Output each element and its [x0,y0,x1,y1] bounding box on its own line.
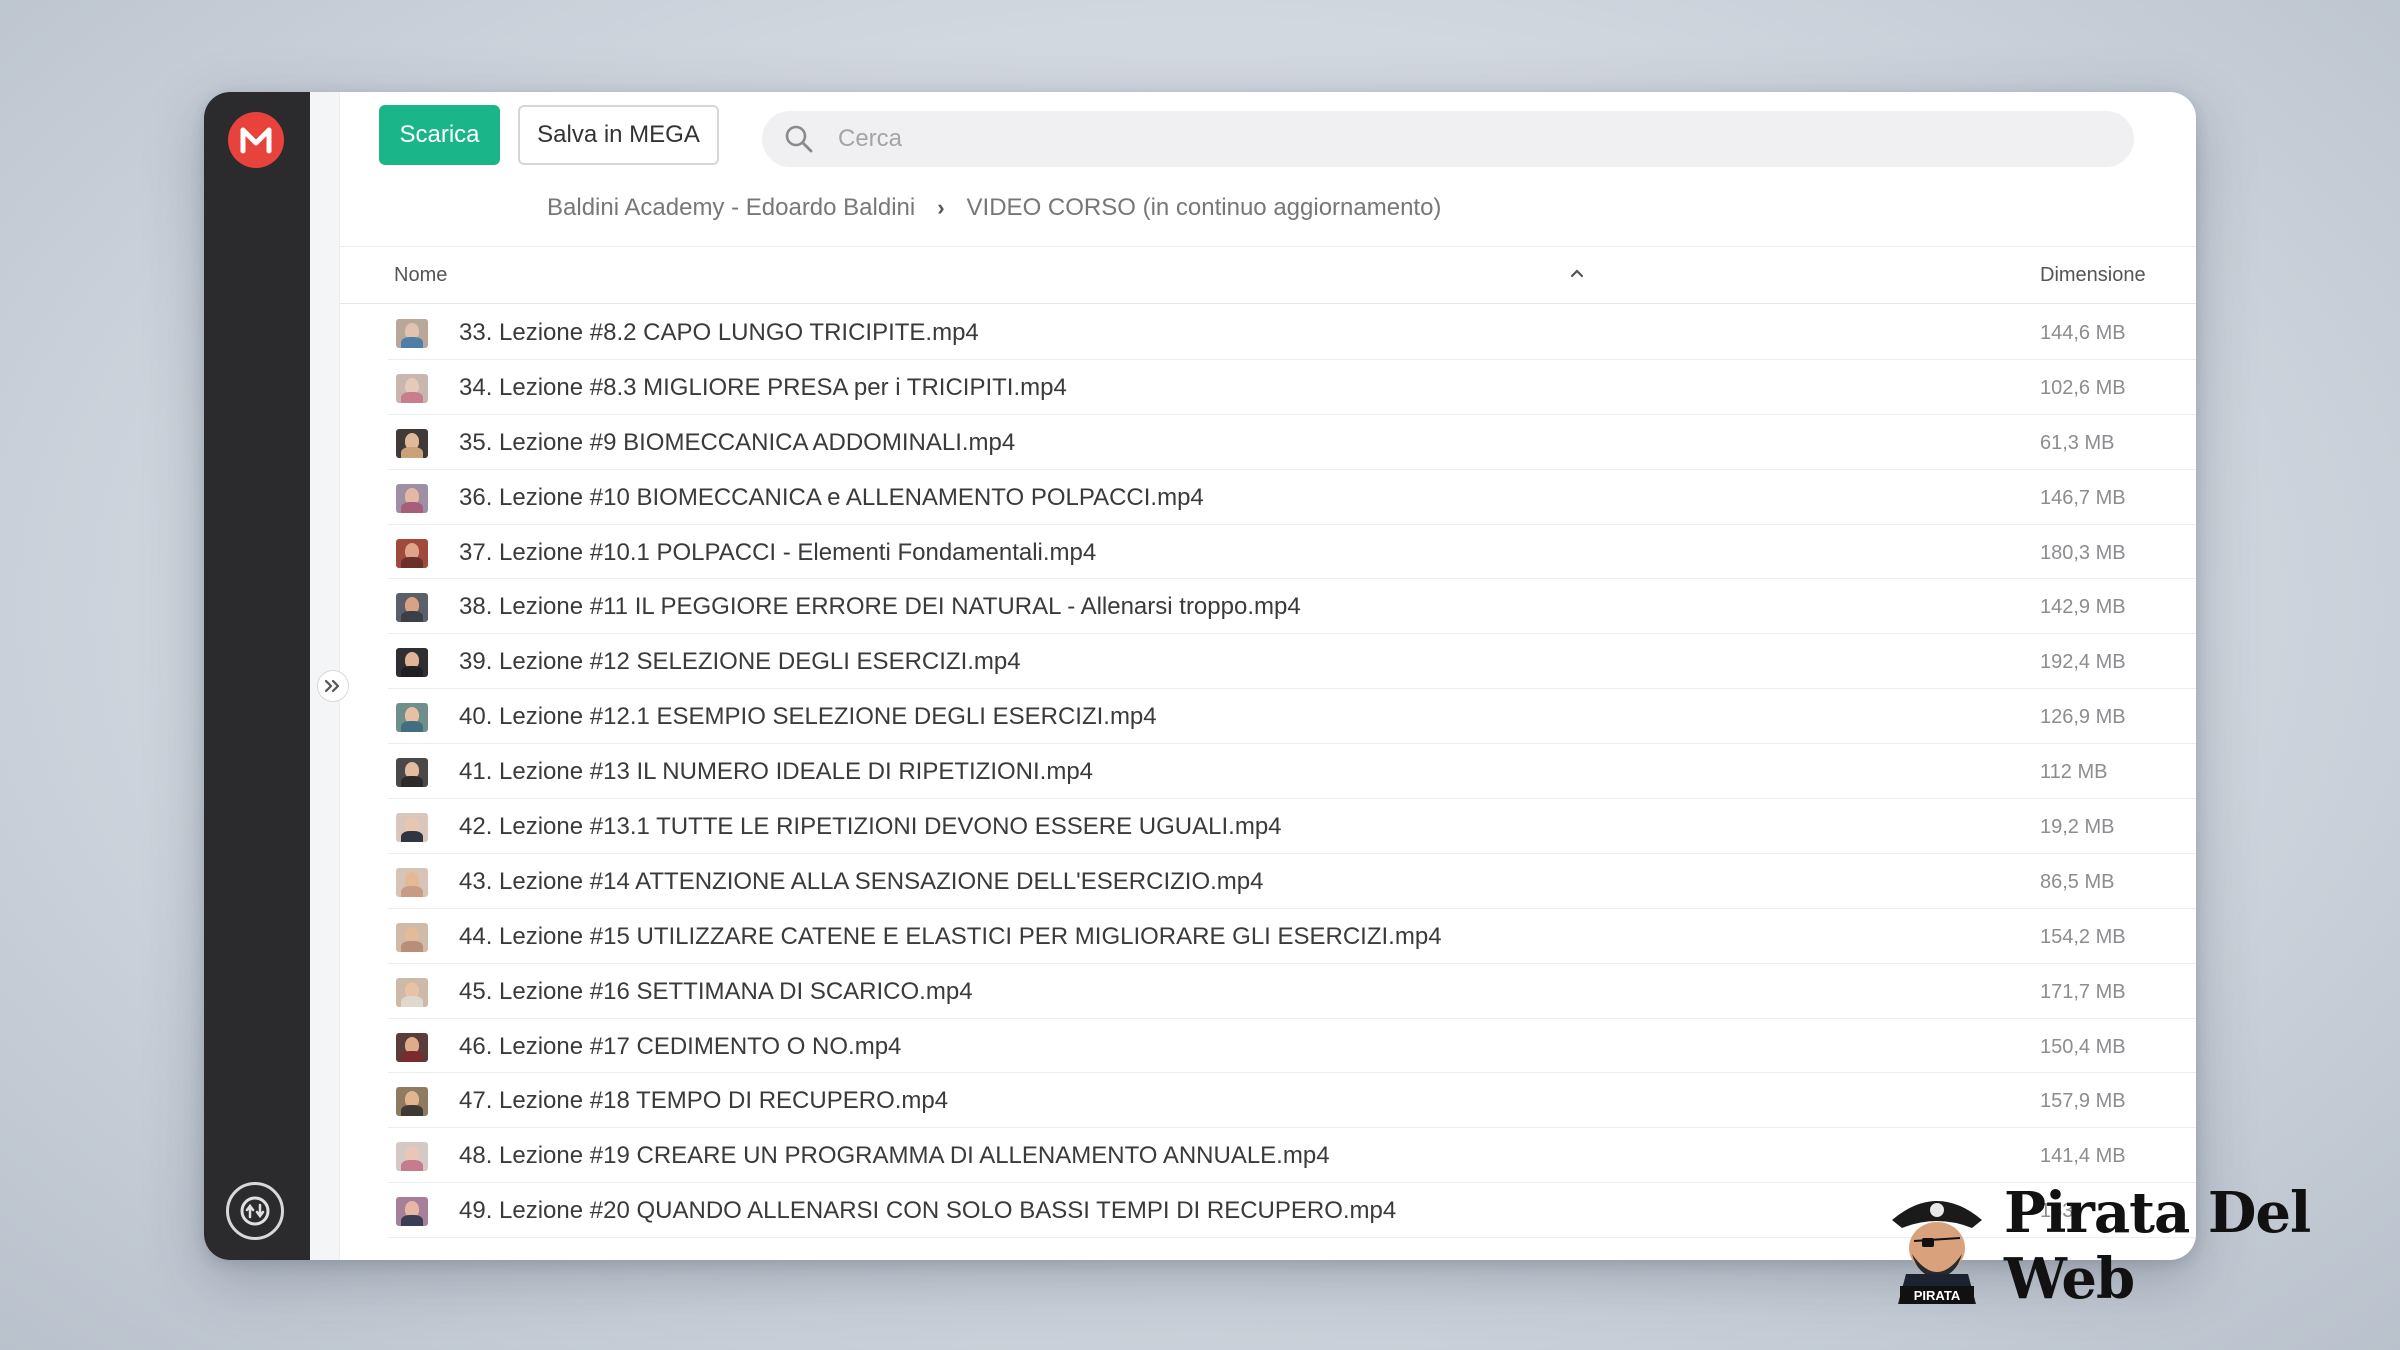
file-size: 61,3 MB [2040,431,2115,454]
file-size: 126,9 MB [2040,706,2126,729]
file-name[interactable]: 40. Lezione #12.1 ESEMPIO SELEZIONE DEGL… [459,703,1157,731]
video-thumbnail-icon [396,1087,428,1117]
chevron-up-icon[interactable] [1570,265,1584,283]
video-thumbnail-icon [396,813,428,843]
video-thumbnail-icon [396,922,428,952]
video-thumbnail-icon [396,593,428,623]
table-row[interactable]: 39. Lezione #12 SELEZIONE DEGLI ESERCIZI… [388,634,2196,690]
file-name[interactable]: 35. Lezione #9 BIOMECCANICA ADDOMINALI.m… [459,429,1015,457]
file-name[interactable]: 47. Lezione #18 TEMPO DI RECUPERO.mp4 [459,1087,948,1115]
file-list: 33. Lezione #8.2 CAPO LUNGO TRICIPITE.mp… [388,305,2196,1239]
video-thumbnail-icon [396,319,428,348]
file-size: 146,7 MB [2040,486,2126,509]
table-row[interactable]: 41. Lezione #13 IL NUMERO IDEALE DI RIPE… [388,744,2196,800]
video-thumbnail-icon [396,648,428,678]
video-thumbnail-icon [396,758,428,788]
pirate-logo-icon: PIRATA [1884,1186,1990,1306]
table-row[interactable]: 47. Lezione #18 TEMPO DI RECUPERO.mp4 157… [388,1073,2196,1129]
file-size: 102,6 MB [2040,376,2126,399]
column-header-size[interactable]: Dimensione [2040,264,2146,287]
table-row[interactable]: 44. Lezione #15 UTILIZZARE CATENE E ELAS… [388,909,2196,964]
watermark-badge: PIRATA [1914,1288,1961,1303]
search-bar[interactable] [762,111,2134,167]
table-row[interactable]: 46. Lezione #17 CEDIMENTO O NO.mp4 150,4 … [388,1019,2196,1074]
file-size: 192,4 MB [2040,651,2126,674]
file-size: 150,4 MB [2040,1035,2126,1058]
watermark-text: Pirata Del Web [2004,1180,2311,1312]
file-name[interactable]: 43. Lezione #14 ATTENZIONE ALLA SENSAZIO… [459,868,1263,896]
file-name[interactable]: 39. Lezione #12 SELEZIONE DEGLI ESERCIZI… [459,648,1021,676]
video-thumbnail-icon [396,373,428,403]
mega-window: Scarica Salva in MEGA Baldini Academy - … [204,92,2196,1260]
breadcrumb-item-current[interactable]: VIDEO CORSO (in continuo aggiornamento) [967,194,1442,222]
file-size: 112 MB [2040,761,2108,784]
video-thumbnail-icon [396,977,428,1007]
file-size: 142,9 MB [2040,596,2126,619]
table-row[interactable]: 37. Lezione #10.1 POLPACCI - Elementi Fo… [388,525,2196,580]
table-row[interactable]: 48. Lezione #19 CREARE UN PROGRAMMA DI A… [388,1128,2196,1184]
search-input[interactable] [838,125,2038,153]
file-name[interactable]: 49. Lezione #20 QUANDO ALLENARSI CON SOL… [459,1197,1396,1225]
file-size: 19,2 MB [2040,816,2115,839]
transfer-manager-icon[interactable] [226,1182,284,1240]
file-size: 171,7 MB [2040,980,2126,1003]
table-row[interactable]: 33. Lezione #8.2 CAPO LUNGO TRICIPITE.mp… [388,305,2196,360]
file-name[interactable]: 48. Lezione #19 CREARE UN PROGRAMMA DI A… [459,1142,1330,1170]
file-name[interactable]: 34. Lezione #8.3 MIGLIORE PRESA per i TR… [459,374,1067,402]
table-row[interactable]: 35. Lezione #9 BIOMECCANICA ADDOMINALI.m… [388,415,2196,470]
table-row[interactable]: 45. Lezione #16 SETTIMANA DI SCARICO.mp4… [388,964,2196,1019]
save-to-mega-button[interactable]: Salva in MEGA [518,105,719,165]
video-thumbnail-icon [396,703,428,733]
file-name[interactable]: 42. Lezione #13.1 TUTTE LE RIPETIZIONI D… [459,813,1282,841]
file-name[interactable]: 45. Lezione #16 SETTIMANA DI SCARICO.mp4 [459,978,973,1006]
video-thumbnail-icon [396,1197,428,1227]
file-size: 141,4 MB [2040,1145,2126,1168]
table-row[interactable]: 36. Lezione #10 BIOMECCANICA e ALLENAMEN… [388,470,2196,525]
table-row[interactable]: 43. Lezione #14 ATTENZIONE ALLA SENSAZIO… [388,854,2196,909]
table-header: Nome Dimensione Tipo [340,246,2196,304]
file-table: Nome Dimensione Tipo 33. Lezione #8.2 CA… [340,246,2196,1260]
file-name[interactable]: 46. Lezione #17 CEDIMENTO O NO.mp4 [459,1033,901,1061]
video-thumbnail-icon [396,483,428,513]
video-thumbnail-icon [396,538,428,568]
file-name[interactable]: 41. Lezione #13 IL NUMERO IDEALE DI RIPE… [459,758,1093,786]
search-icon [782,122,816,156]
video-thumbnail-icon [396,428,428,458]
sidebar [204,92,310,1260]
column-header-name[interactable]: Nome [394,264,447,287]
file-size: 154,2 MB [2040,925,2126,948]
file-size: 144,6 MB [2040,322,2126,344]
file-name[interactable]: 44. Lezione #15 UTILIZZARE CATENE E ELAS… [459,923,1442,951]
table-row[interactable]: 38. Lezione #11 IL PEGGIORE ERRORE DEI N… [388,579,2196,635]
video-thumbnail-icon [396,1032,428,1062]
breadcrumb: Baldini Academy - Edoardo Baldini › VIDE… [547,188,1441,228]
breadcrumb-item-root[interactable]: Baldini Academy - Edoardo Baldini [547,194,915,222]
table-row[interactable]: 42. Lezione #13.1 TUTTE LE RIPETIZIONI D… [388,799,2196,854]
file-name[interactable]: 36. Lezione #10 BIOMECCANICA e ALLENAMEN… [459,484,1204,512]
watermark: PIRATA Pirata Del Web [1884,1180,2344,1312]
mega-logo-icon[interactable] [228,112,284,168]
chevron-right-icon: › [937,195,945,220]
table-row[interactable]: 40. Lezione #12.1 ESEMPIO SELEZIONE DEGL… [388,689,2196,745]
file-name[interactable]: 38. Lezione #11 IL PEGGIORE ERRORE DEI N… [459,593,1301,621]
video-thumbnail-icon [396,1142,428,1172]
file-size: 180,3 MB [2040,541,2126,564]
table-row[interactable]: 34. Lezione #8.3 MIGLIORE PRESA per i TR… [388,360,2196,415]
file-name[interactable]: 33. Lezione #8.2 CAPO LUNGO TRICIPITE.mp… [459,319,979,347]
video-thumbnail-icon [396,867,428,897]
download-button[interactable]: Scarica [379,105,500,165]
file-size: 157,9 MB [2040,1090,2126,1113]
file-name[interactable]: 37. Lezione #10.1 POLPACCI - Elementi Fo… [459,539,1096,567]
file-size: 86,5 MB [2040,870,2115,893]
